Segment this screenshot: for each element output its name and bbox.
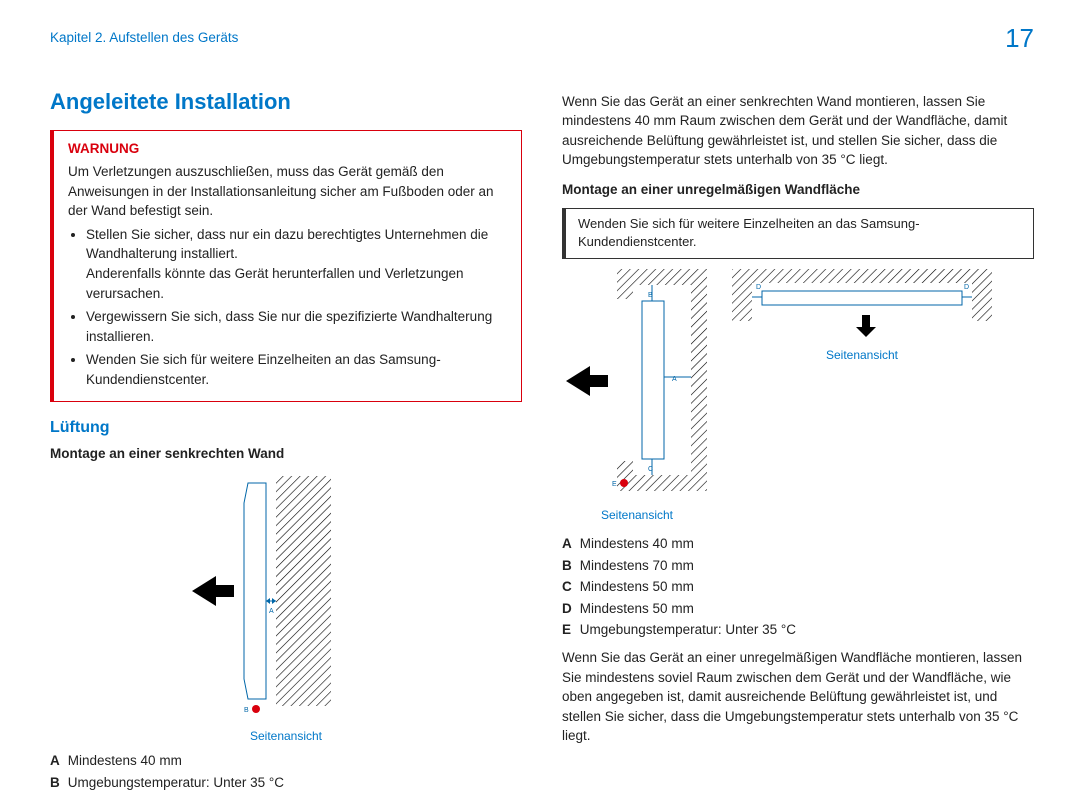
page-number: 17: [1005, 20, 1034, 58]
ventilation-heading: Lüftung: [50, 416, 522, 439]
legend-right: A Mindestens 40 mm B Mindestens 70 mm C …: [562, 534, 1034, 640]
fig-label-b: B: [244, 707, 249, 714]
arrow-left-icon: [192, 576, 234, 606]
right-column: Wenn Sie das Gerät an einer senkrechten …: [562, 86, 1034, 795]
info-box: Wenden Sie sich für weitere Einzelheiten…: [562, 208, 1034, 260]
warning-intro: Um Verletzungen auszuschließen, muss das…: [68, 162, 509, 221]
figure-caption: Seitenansicht: [250, 728, 322, 745]
section-title: Angeleitete Installation: [50, 86, 522, 118]
side-view-illustration: A B: [186, 471, 386, 726]
legend-left: A Mindestens 40 mm B Umgebungstemperatur…: [50, 751, 522, 792]
warning-list: Stellen Sie sicher, dass nur ein dazu be…: [86, 225, 509, 390]
chapter-label: Kapitel 2. Aufstellen des Geräts: [50, 28, 238, 48]
intro-paragraph: Wenn Sie das Gerät an einer senkrechten …: [562, 92, 1034, 170]
warning-label: WARNUNG: [68, 139, 509, 159]
left-column: Angeleitete Installation WARNUNG Um Verl…: [50, 86, 522, 795]
figure-caption: Seitenansicht: [562, 507, 712, 524]
figure-side-view-perpendicular: A B Seitenansicht: [50, 471, 522, 745]
arrow-left-icon: [566, 366, 608, 396]
arrow-down-icon: [856, 315, 876, 337]
page-header: Kapitel 2. Aufstellen des Geräts 17: [50, 28, 1034, 58]
figure-caption: Seitenansicht: [732, 347, 992, 364]
figure-side-vertical: B A C E Seitenansicht: [562, 269, 712, 524]
svg-text:D: D: [964, 284, 969, 291]
columns: Angeleitete Installation WARNUNG Um Verl…: [50, 86, 1034, 795]
warning-box: WARNUNG Um Verletzungen auszuschließen, …: [50, 130, 522, 403]
svg-text:E: E: [612, 481, 617, 488]
page: Kapitel 2. Aufstellen des Geräts 17 Ange…: [0, 0, 1080, 763]
warning-item: Stellen Sie sicher, dass nur ein dazu be…: [86, 225, 509, 303]
svg-text:D: D: [756, 284, 761, 291]
figure-irregular-row: B A C E Seitenansicht: [562, 269, 1034, 524]
outro-paragraph: Wenn Sie das Gerät an einer unregelmäßig…: [562, 648, 1034, 746]
warning-item: Wenden Sie sich für weitere Einzelheiten…: [86, 350, 509, 389]
fig-label-a: A: [269, 608, 274, 615]
mount-perpendicular-heading: Montage an einer senkrechten Wand: [50, 444, 522, 464]
mount-irregular-heading: Montage an einer unregelmäßigen Wandfläc…: [562, 180, 1034, 200]
warning-item: Vergewissern Sie sich, dass Sie nur die …: [86, 307, 509, 346]
figure-side-horizontal: D D Seitenansicht: [732, 269, 992, 364]
